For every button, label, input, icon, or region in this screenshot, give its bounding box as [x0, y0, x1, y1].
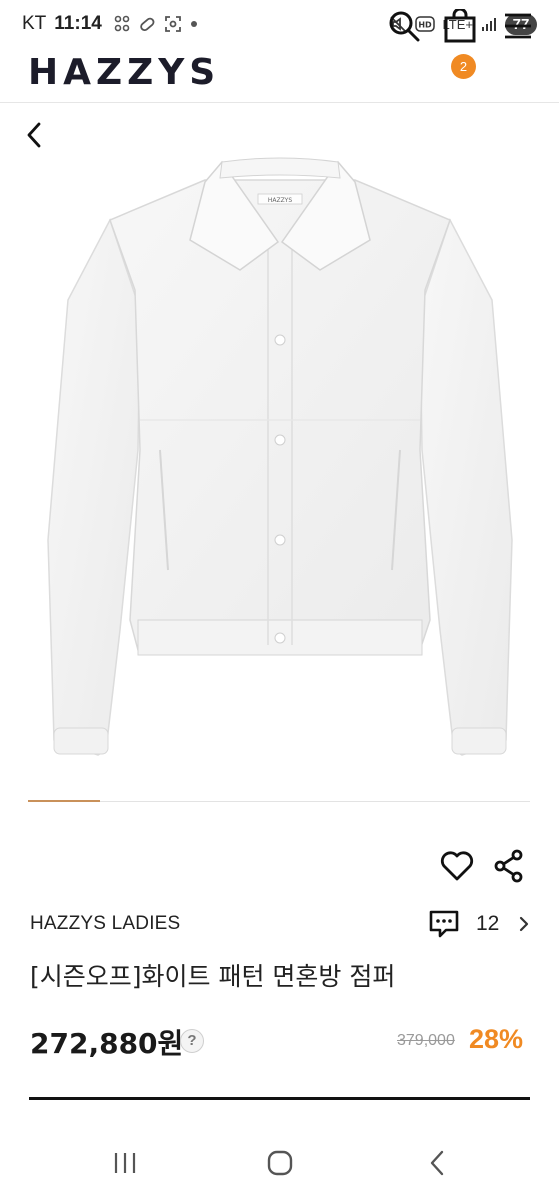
search-button[interactable] — [386, 8, 422, 44]
link-icon — [114, 15, 130, 32]
chevron-right-icon — [520, 916, 529, 932]
product-image[interactable]: HAZZYS — [40, 150, 520, 765]
recent-apps-icon — [114, 1153, 136, 1173]
app-header: HAZZYS — [0, 48, 559, 103]
search-icon — [389, 11, 420, 42]
cart-button[interactable] — [442, 8, 478, 44]
image-slider-indicator — [28, 800, 100, 802]
brand-logo[interactable]: HAZZYS — [28, 52, 220, 93]
clock: 11:14 — [54, 13, 102, 34]
share-button[interactable] — [490, 847, 528, 885]
price-help-icon[interactable]: ? — [180, 1029, 204, 1053]
menu-button[interactable] — [500, 8, 536, 44]
back-button[interactable] — [18, 118, 50, 152]
review-count: 12 — [476, 912, 500, 935]
original-price: 379,000 — [397, 1032, 455, 1049]
share-icon — [494, 849, 523, 883]
cart-count-badge: 2 — [451, 54, 476, 79]
home-button[interactable] — [255, 1146, 305, 1180]
notification-icons — [114, 15, 198, 33]
review-icon — [429, 910, 459, 938]
left-sleeve — [47, 218, 141, 756]
system-nav-bar — [0, 1128, 559, 1200]
status-left: KT 11:14 — [22, 13, 198, 35]
product-title: [시즌오프]화이트 패턴 면혼방 점퍼 — [30, 962, 396, 991]
right-sleeve — [419, 218, 513, 756]
menu-icon — [505, 13, 531, 39]
signal-icon — [482, 18, 496, 31]
dot-icon — [190, 21, 197, 27]
discount-rate: 28% — [469, 1024, 524, 1054]
nav-back-button[interactable] — [412, 1146, 462, 1180]
home-icon — [267, 1150, 293, 1176]
back-arrow-icon — [27, 122, 41, 148]
pill-icon — [140, 17, 155, 32]
review-link[interactable]: 12 — [428, 905, 531, 943]
shopping-bag-icon — [444, 9, 476, 43]
screenshot-icon — [164, 16, 181, 32]
wishlist-button[interactable] — [438, 847, 476, 885]
image-slider-track — [28, 801, 530, 802]
recent-apps-button[interactable] — [100, 1146, 150, 1180]
brand-name[interactable]: HAZZYS LADIES — [30, 913, 180, 935]
section-divider — [29, 1097, 530, 1100]
jacket-body — [109, 179, 451, 651]
sale-price: 272,880원 — [30, 1027, 184, 1060]
nav-back-icon — [430, 1150, 444, 1176]
collar-label-text: HAZZYS — [268, 197, 293, 204]
carrier-label: KT — [22, 13, 47, 34]
heart-icon — [440, 851, 474, 881]
